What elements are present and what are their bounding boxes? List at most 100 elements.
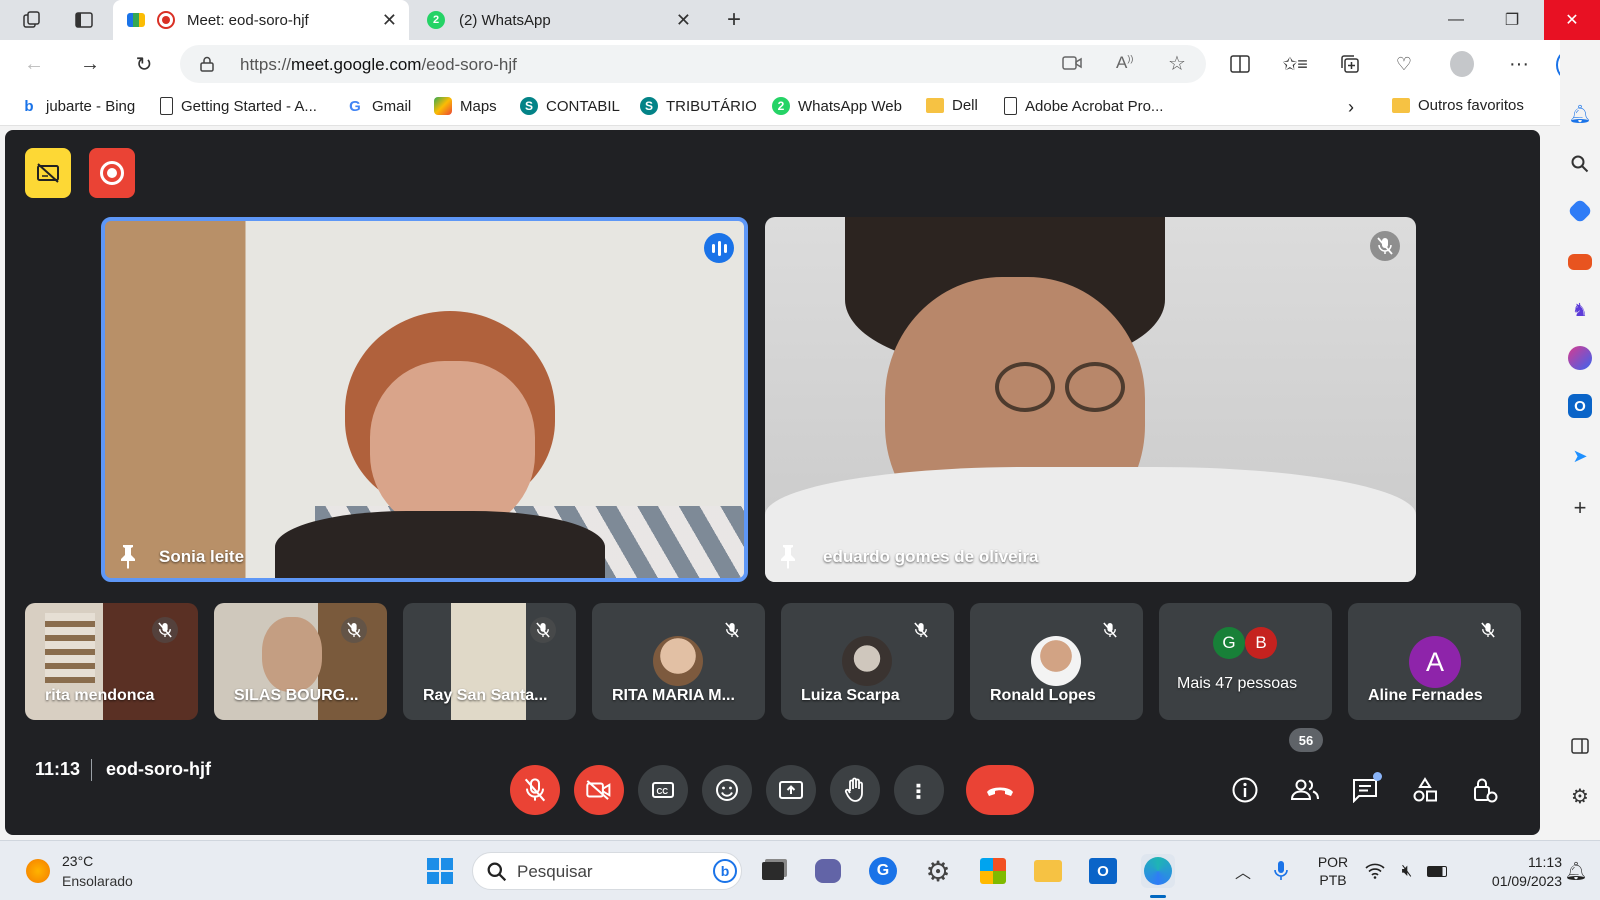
- start-button[interactable]: [423, 854, 457, 888]
- app-icon[interactable]: G: [866, 854, 900, 888]
- more-options-button[interactable]: ···: [894, 765, 944, 815]
- leave-call-button[interactable]: [966, 765, 1034, 815]
- participants-button[interactable]: [1285, 770, 1325, 810]
- address-bar[interactable]: https://meet.google.com/eod-soro-hjf A))…: [180, 45, 1206, 83]
- browser-essentials-icon[interactable]: ♡: [1392, 52, 1416, 76]
- workspaces-icon[interactable]: [20, 8, 44, 32]
- collections-icon[interactable]: [1338, 52, 1362, 76]
- sidebar-settings-icon[interactable]: ⚙: [1568, 784, 1592, 808]
- favorites-icon[interactable]: ✩≡: [1282, 52, 1308, 76]
- outlook-icon[interactable]: O: [1568, 394, 1592, 418]
- bookmark-other-favorites[interactable]: Outros favoritos: [1392, 97, 1524, 114]
- edge-icon[interactable]: [1141, 854, 1175, 888]
- settings-icon[interactable]: ⚙: [921, 854, 955, 888]
- forward-icon[interactable]: →: [78, 52, 102, 76]
- close-tab-icon[interactable]: ✕: [382, 10, 397, 31]
- host-controls-button[interactable]: [1465, 770, 1505, 810]
- tab-title: Meet: eod-soro-hjf: [187, 11, 309, 29]
- participant-tile[interactable]: RITA MARIA M...: [592, 603, 765, 720]
- pin-icon[interactable]: [119, 543, 137, 569]
- wifi-icon[interactable]: [1358, 854, 1392, 888]
- participant-tile[interactable]: SILAS BOURG...: [214, 603, 387, 720]
- search-placeholder: Pesquisar: [517, 862, 593, 881]
- volume-muted-icon[interactable]: 🔇︎: [1390, 854, 1424, 888]
- battery-icon[interactable]: [1420, 854, 1454, 888]
- outlook-icon[interactable]: O: [1086, 854, 1120, 888]
- notifications-icon[interactable]: 🔔︎: [1568, 102, 1592, 126]
- minimize-icon[interactable]: —: [1428, 0, 1484, 40]
- participant-tile-main[interactable]: Sonia leite: [101, 217, 748, 582]
- taskbar-search[interactable]: Pesquisar b: [472, 852, 742, 890]
- participant-tile-main[interactable]: eduardo gomes de oliveira: [765, 217, 1416, 582]
- participant-tile[interactable]: Ray San Santa...: [403, 603, 576, 720]
- captions-button[interactable]: CC: [638, 765, 688, 815]
- close-window-icon[interactable]: ✕: [1544, 0, 1600, 40]
- participant-tile[interactable]: A Aline Fernades: [1348, 603, 1521, 720]
- file-explorer-icon[interactable]: [1031, 854, 1065, 888]
- bookmark-maps[interactable]: Maps: [434, 97, 497, 115]
- system-clock[interactable]: 11:13 01/09/2023: [1462, 853, 1562, 891]
- microphone-icon[interactable]: [1264, 854, 1298, 888]
- bookmark-contabil[interactable]: S CONTABIL: [520, 97, 620, 115]
- send-icon[interactable]: ➤: [1568, 444, 1592, 468]
- chat-button[interactable]: [1345, 770, 1385, 810]
- captions-off-badge[interactable]: [25, 148, 71, 198]
- whatsapp-icon: 2: [772, 97, 790, 115]
- lock-icon[interactable]: [200, 56, 214, 77]
- add-sidebar-app-icon[interactable]: +: [1568, 495, 1592, 520]
- search-icon[interactable]: [1568, 152, 1592, 176]
- favorite-star-icon[interactable]: ☆: [1168, 51, 1186, 76]
- activities-button[interactable]: [1405, 770, 1445, 810]
- recording-badge[interactable]: [89, 148, 135, 198]
- mic-toggle-button[interactable]: [510, 765, 560, 815]
- participant-name: Sonia leite: [159, 547, 245, 566]
- participant-tile[interactable]: Ronald Lopes: [970, 603, 1143, 720]
- recording-dot-icon: [157, 11, 175, 29]
- pin-icon[interactable]: [779, 543, 797, 569]
- split-screen-icon[interactable]: [1228, 52, 1252, 76]
- refresh-icon[interactable]: ↻: [132, 52, 156, 76]
- notifications-icon[interactable]: 🔔︎: [1562, 854, 1590, 888]
- more-participants-tile[interactable]: G B Mais 47 pessoas: [1159, 603, 1332, 720]
- avatar: B: [1245, 627, 1277, 659]
- tab-whatsapp[interactable]: 2 (2) WhatsApp ✕: [413, 0, 703, 40]
- shopping-tag-icon[interactable]: [1567, 198, 1593, 224]
- more-options-icon[interactable]: ···: [1507, 52, 1531, 76]
- tools-icon[interactable]: [1568, 254, 1592, 270]
- bookmark-dell[interactable]: Dell: [926, 97, 978, 114]
- task-view-icon[interactable]: [756, 854, 790, 888]
- teams-chat-icon[interactable]: [811, 854, 845, 888]
- page-icon: [1004, 97, 1017, 115]
- show-hidden-icons-icon[interactable]: ︿: [1226, 854, 1260, 888]
- participant-tile[interactable]: rita mendonca: [25, 603, 198, 720]
- bookmarks-overflow-icon[interactable]: ›: [1348, 97, 1354, 118]
- input-language[interactable]: POR PTB: [1316, 853, 1350, 889]
- bookmark-getting-started[interactable]: Getting Started - A...: [160, 97, 317, 115]
- participant-tile[interactable]: Luiza Scarpa: [781, 603, 954, 720]
- camera-toggle-button[interactable]: [574, 765, 624, 815]
- back-icon[interactable]: ←: [22, 52, 46, 76]
- bookmark-gmail[interactable]: G Gmail: [346, 97, 411, 115]
- mic-off-icon: [530, 617, 556, 643]
- bookmark-tributario[interactable]: S TRIBUTÁRIO: [640, 97, 757, 115]
- close-tab-icon[interactable]: ✕: [676, 10, 691, 31]
- microsoft-store-icon[interactable]: [976, 854, 1010, 888]
- camera-permission-icon[interactable]: [1062, 55, 1082, 76]
- profile-avatar-icon[interactable]: [1450, 51, 1474, 77]
- restore-icon[interactable]: ❐: [1484, 0, 1540, 40]
- new-tab-icon[interactable]: +: [722, 6, 746, 33]
- games-icon[interactable]: ♞: [1568, 298, 1592, 322]
- meeting-details-button[interactable]: [1225, 770, 1265, 810]
- raise-hand-button[interactable]: [830, 765, 880, 815]
- microsoft-365-icon[interactable]: [1568, 346, 1592, 370]
- bookmark-adobe-acrobat[interactable]: Adobe Acrobat Pro...: [1004, 97, 1163, 115]
- bookmark-jubarte[interactable]: b jubarte - Bing: [20, 97, 135, 115]
- tab-actions-icon[interactable]: [72, 8, 96, 32]
- present-screen-button[interactable]: [766, 765, 816, 815]
- weather-widget[interactable]: 23°C Ensolarado: [24, 853, 144, 893]
- bookmark-whatsapp-web[interactable]: 2 WhatsApp Web: [772, 97, 902, 115]
- tab-meet[interactable]: Meet: eod-soro-hjf ✕: [113, 0, 409, 40]
- hide-sidebar-icon[interactable]: [1568, 734, 1592, 758]
- read-aloud-icon[interactable]: A)): [1116, 53, 1133, 73]
- emoji-reactions-button[interactable]: [702, 765, 752, 815]
